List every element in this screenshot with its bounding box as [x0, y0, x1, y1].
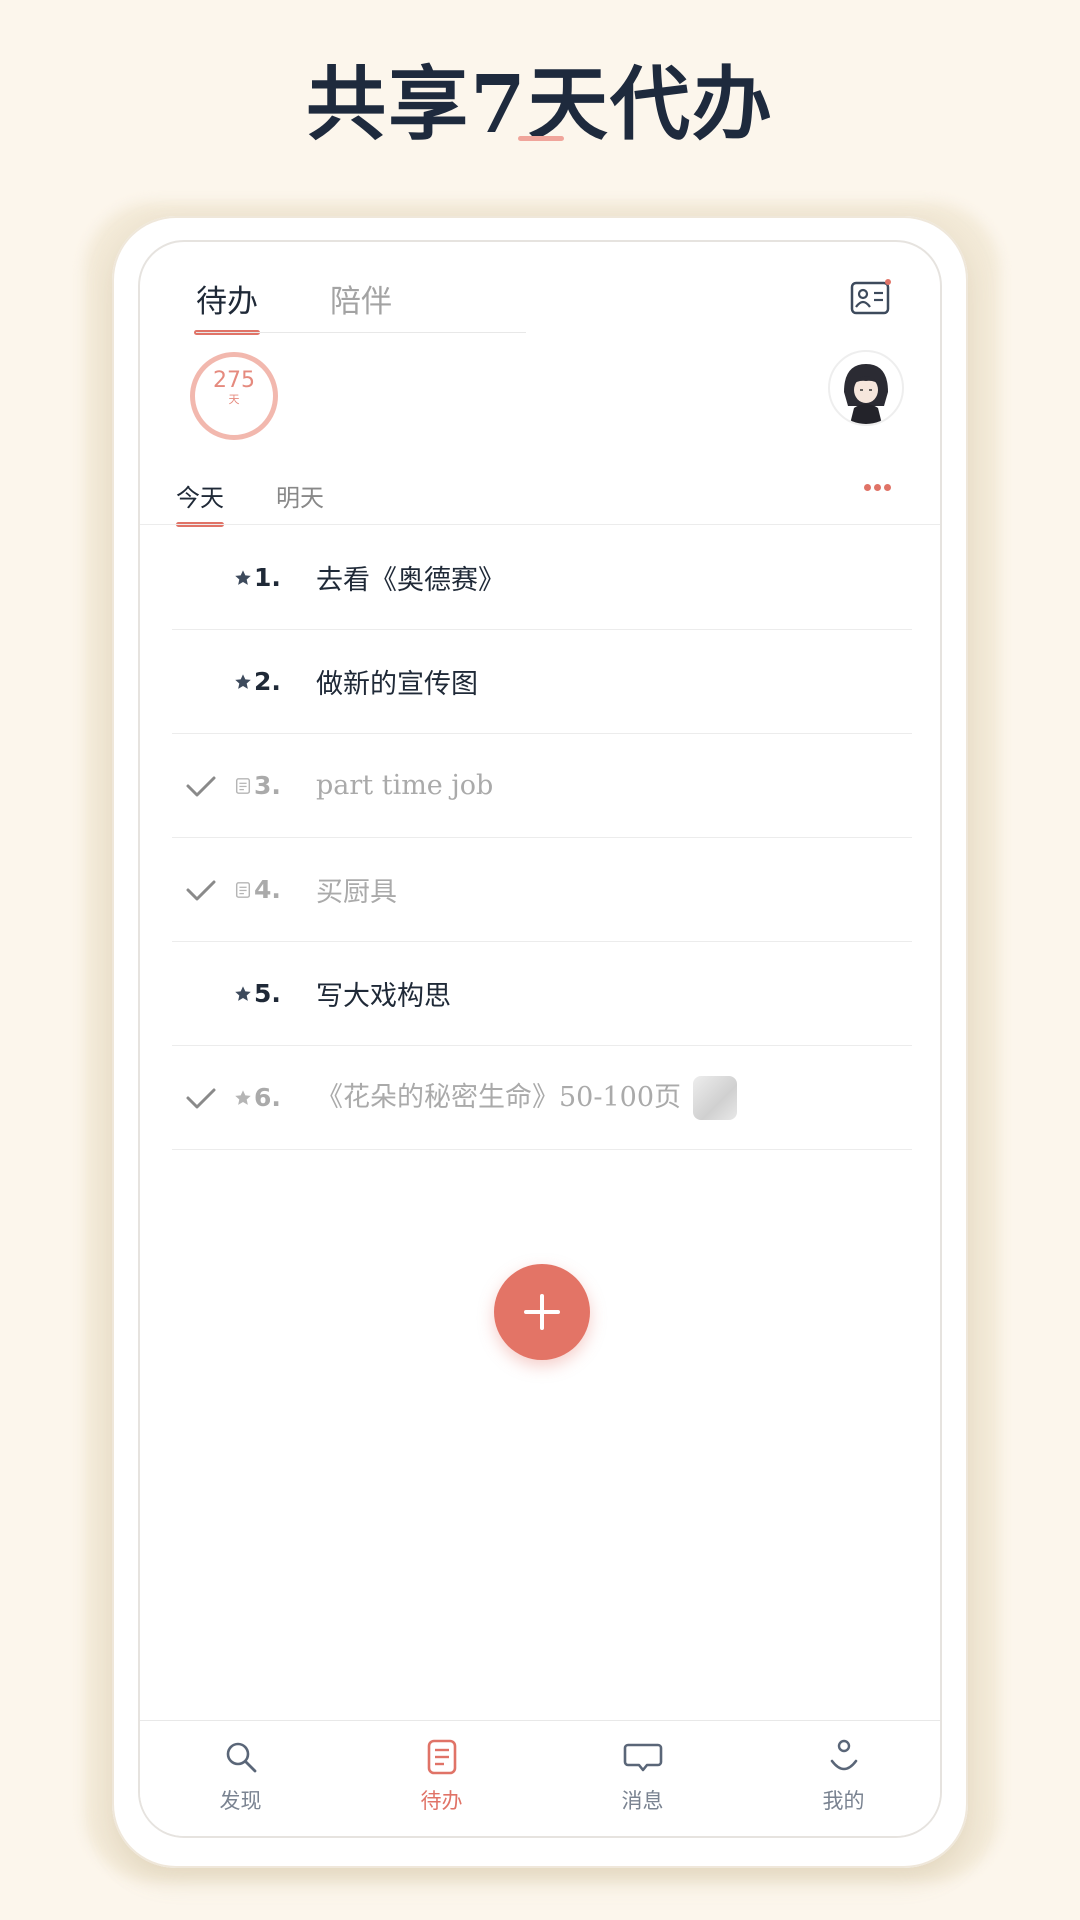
todo-number: 6. — [254, 1083, 281, 1112]
todo-number: 3. — [254, 771, 281, 800]
todo-text: 买厨具 — [316, 877, 397, 908]
day-divider — [140, 524, 940, 525]
check-icon[interactable] — [184, 1081, 218, 1115]
tab-todo[interactable]: 待办 — [194, 276, 260, 335]
todo-text: part time job — [316, 770, 494, 801]
nav-profile[interactable]: 我的 — [743, 1721, 940, 1836]
app-screen: 待办 陪伴 275 天 今天 明天 1. 去看《奥德赛》 2. 做新的宣传图 3… — [138, 240, 942, 1838]
todo-item[interactable]: 4. 买厨具 — [172, 838, 912, 942]
todo-text: 做新的宣传图 — [316, 669, 478, 700]
nav-label: 待办 — [420, 1789, 463, 1813]
tab-tomorrow[interactable]: 明天 — [276, 478, 324, 513]
nav-label: 消息 — [621, 1789, 664, 1813]
note-icon — [235, 881, 251, 898]
todo-number: 1. — [254, 563, 281, 592]
bottom-nav: 发现 待办 消息 我的 — [140, 1720, 940, 1836]
todo-item[interactable]: 2. 做新的宣传图 — [172, 630, 912, 734]
check-icon[interactable] — [184, 873, 218, 907]
days-count: 275 — [213, 368, 255, 393]
days-unit: 天 — [228, 393, 240, 406]
days-together-badge[interactable]: 275 天 — [190, 352, 278, 440]
tab-today[interactable]: 今天 — [176, 478, 224, 527]
search-icon — [226, 1742, 256, 1773]
todo-item[interactable]: 1. 去看《奥德赛》 — [172, 526, 912, 630]
star-icon — [235, 673, 251, 689]
list-icon — [427, 1739, 456, 1775]
top-tabs-divider — [196, 332, 526, 333]
message-icon — [623, 1743, 662, 1772]
nav-todo[interactable]: 待办 — [341, 1721, 542, 1836]
more-options-icon[interactable] — [864, 476, 900, 491]
plus-icon — [524, 1294, 560, 1330]
profile-icon — [830, 1739, 857, 1771]
contact-card-icon[interactable] — [850, 278, 892, 316]
todo-number: 4. — [254, 875, 281, 904]
star-icon — [235, 569, 251, 585]
add-todo-button[interactable] — [494, 1264, 590, 1360]
nav-label: 发现 — [219, 1789, 262, 1813]
todo-text: 去看《奥德赛》 — [316, 565, 505, 596]
nav-label: 我的 — [822, 1789, 865, 1813]
note-icon — [235, 777, 251, 794]
todo-text: 《花朵的秘密生命》50-100页 — [316, 1081, 682, 1113]
todo-number: 2. — [254, 667, 281, 696]
todo-item[interactable]: 5. 写大戏构思 — [172, 942, 912, 1046]
todo-number: 5. — [254, 979, 281, 1008]
star-icon — [235, 985, 251, 1001]
top-tabs: 待办 陪伴 — [194, 276, 392, 335]
check-icon[interactable] — [184, 769, 218, 803]
todo-text: 写大戏构思 — [316, 981, 451, 1012]
todo-image-thumbnail[interactable] — [693, 1076, 738, 1121]
day-tabs: 今天 明天 — [176, 478, 324, 527]
todo-text-wrap: 《花朵的秘密生命》50-100页 — [316, 1075, 738, 1121]
partner-avatar[interactable] — [828, 350, 904, 426]
star-icon — [235, 1089, 251, 1105]
todo-item[interactable]: 3. part time job — [172, 734, 912, 838]
headline-underline — [518, 136, 564, 141]
nav-discover[interactable]: 发现 — [140, 1721, 341, 1836]
avatar-illustration — [844, 364, 888, 424]
nav-messages[interactable]: 消息 — [542, 1721, 743, 1836]
tab-companion[interactable]: 陪伴 — [330, 276, 392, 321]
todo-list: 1. 去看《奥德赛》 2. 做新的宣传图 3. part time job 4.… — [172, 526, 912, 1150]
todo-item[interactable]: 6. 《花朵的秘密生命》50-100页 — [172, 1046, 912, 1150]
